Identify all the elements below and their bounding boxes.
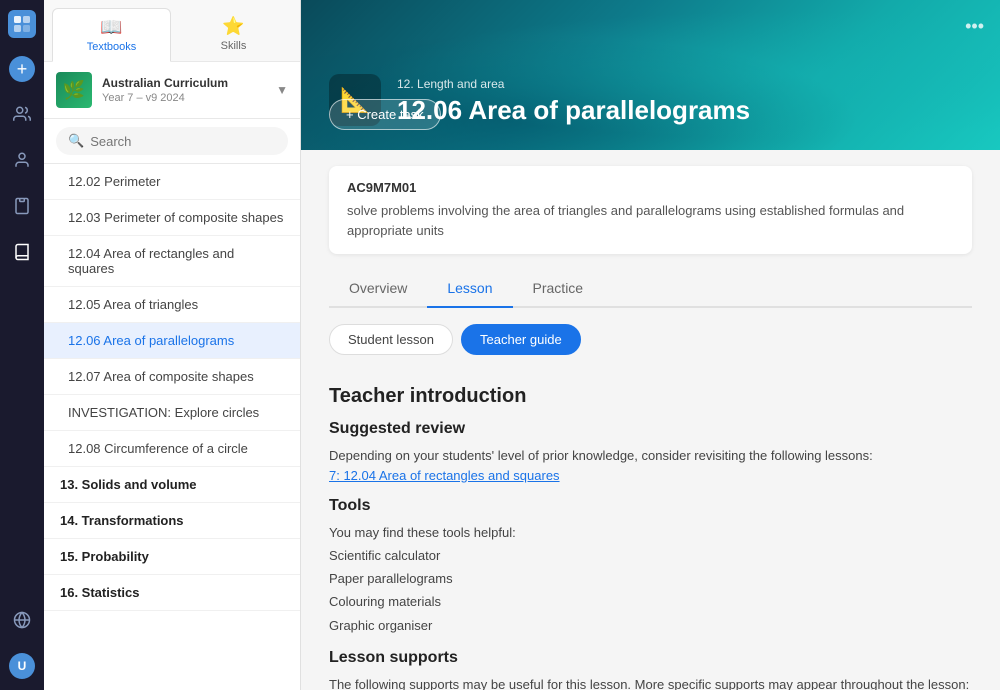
- sidebar-item-12-05[interactable]: 12.05 Area of triangles: [44, 287, 300, 323]
- create-task-label: + Create task: [346, 107, 424, 122]
- sidebar-item-12-04[interactable]: 12.04 Area of rectangles and squares: [44, 236, 300, 287]
- sidebar-item-12-06[interactable]: 12.06 Area of parallelograms: [44, 323, 300, 359]
- curriculum-selector[interactable]: 🌿 Australian Curriculum Year 7 – v9 2024…: [44, 62, 300, 119]
- app-logo[interactable]: [8, 10, 36, 38]
- sidebar-list: 12.02 Perimeter 12.03 Perimeter of compo…: [44, 164, 300, 690]
- standard-description: solve problems involving the area of tri…: [347, 201, 954, 240]
- sidebar: 📖 Textbooks ⭐ Skills 🌿 Australian Curric…: [44, 0, 301, 690]
- curriculum-subtitle: Year 7 – v9 2024: [102, 92, 266, 104]
- tools-heading: Tools: [329, 497, 972, 515]
- suggested-review-heading: Suggested review: [329, 420, 972, 438]
- search-input-wrap: 🔍: [56, 127, 288, 155]
- globe-icon[interactable]: [8, 606, 36, 634]
- tools-intro: You may find these tools helpful:: [329, 523, 972, 544]
- sidebar-tabs: 📖 Textbooks ⭐ Skills: [44, 0, 300, 62]
- suggested-review-body: Depending on your students' level of pri…: [329, 446, 972, 467]
- curriculum-text: Australian Curriculum Year 7 – v9 2024: [102, 76, 266, 104]
- tool-item-1: Scientific calculator: [329, 544, 972, 567]
- chevron-down-icon: ▼: [276, 83, 288, 97]
- tools-list: Scientific calculator Paper parallelogra…: [329, 544, 972, 638]
- main-content: ••• 📐 12. Length and area 12.06 Area of …: [301, 0, 1000, 690]
- add-button[interactable]: +: [9, 56, 35, 82]
- content-area: Teacher introduction Suggested review De…: [301, 363, 1000, 690]
- sidebar-item-12-08[interactable]: 12.08 Circumference of a circle: [44, 431, 300, 467]
- more-options-button[interactable]: •••: [965, 16, 984, 37]
- person-icon[interactable]: [8, 146, 36, 174]
- user-avatar-icon[interactable]: U: [8, 652, 36, 680]
- icon-bar: + U: [0, 0, 44, 690]
- suggested-review-link[interactable]: 7: 12.04 Area of rectangles and squares: [329, 468, 560, 483]
- tab-lesson[interactable]: Lesson: [427, 270, 512, 308]
- sidebar-item-investigation[interactable]: INVESTIGATION: Explore circles: [44, 395, 300, 431]
- tab-overview[interactable]: Overview: [329, 270, 427, 308]
- skills-tab-label: Skills: [221, 40, 247, 52]
- curriculum-icon: 🌿: [56, 72, 92, 108]
- standard-card: AC9M7M01 solve problems involving the ar…: [329, 166, 972, 254]
- skills-tab-icon: ⭐: [222, 16, 244, 37]
- subtab-student[interactable]: Student lesson: [329, 324, 453, 355]
- curriculum-title: Australian Curriculum: [102, 76, 266, 92]
- search-input[interactable]: [90, 134, 276, 149]
- sidebar-item-14[interactable]: 14. Transformations: [44, 503, 300, 539]
- tool-item-3: Colouring materials: [329, 590, 972, 613]
- hero-title: 12.06 Area of parallelograms: [397, 95, 750, 126]
- textbooks-tab-label: Textbooks: [87, 41, 137, 53]
- hero-chapter: 12. Length and area: [397, 77, 750, 91]
- book-icon[interactable]: [8, 238, 36, 266]
- clipboard-icon[interactable]: [8, 192, 36, 220]
- search-box: 🔍: [44, 119, 300, 164]
- tab-practice[interactable]: Practice: [513, 270, 604, 308]
- create-task-button[interactable]: + Create task: [329, 99, 441, 130]
- tool-item-4: Graphic organiser: [329, 614, 972, 637]
- groups-icon[interactable]: [8, 100, 36, 128]
- sidebar-item-12-03[interactable]: 12.03 Perimeter of composite shapes: [44, 200, 300, 236]
- sub-tabs: Student lesson Teacher guide: [301, 308, 1000, 363]
- lesson-supports-body: The following supports may be useful for…: [329, 675, 972, 690]
- subtab-teacher[interactable]: Teacher guide: [461, 324, 581, 355]
- tool-item-2: Paper parallelograms: [329, 567, 972, 590]
- search-icon: 🔍: [68, 133, 84, 149]
- hero-banner: ••• 📐 12. Length and area 12.06 Area of …: [301, 0, 1000, 150]
- lesson-supports-heading: Lesson supports: [329, 649, 972, 667]
- sidebar-item-12-02[interactable]: 12.02 Perimeter: [44, 164, 300, 200]
- main-heading: Teacher introduction: [329, 385, 972, 408]
- sidebar-item-16[interactable]: 16. Statistics: [44, 575, 300, 611]
- tab-skills[interactable]: ⭐ Skills: [175, 8, 292, 61]
- sidebar-item-13[interactable]: 13. Solids and volume: [44, 467, 300, 503]
- standard-code: AC9M7M01: [347, 180, 954, 195]
- sidebar-item-12-07[interactable]: 12.07 Area of composite shapes: [44, 359, 300, 395]
- sidebar-item-15[interactable]: 15. Probability: [44, 539, 300, 575]
- textbooks-tab-icon: 📖: [100, 17, 122, 38]
- content-tabs: Overview Lesson Practice: [329, 270, 972, 308]
- tab-textbooks[interactable]: 📖 Textbooks: [52, 8, 171, 62]
